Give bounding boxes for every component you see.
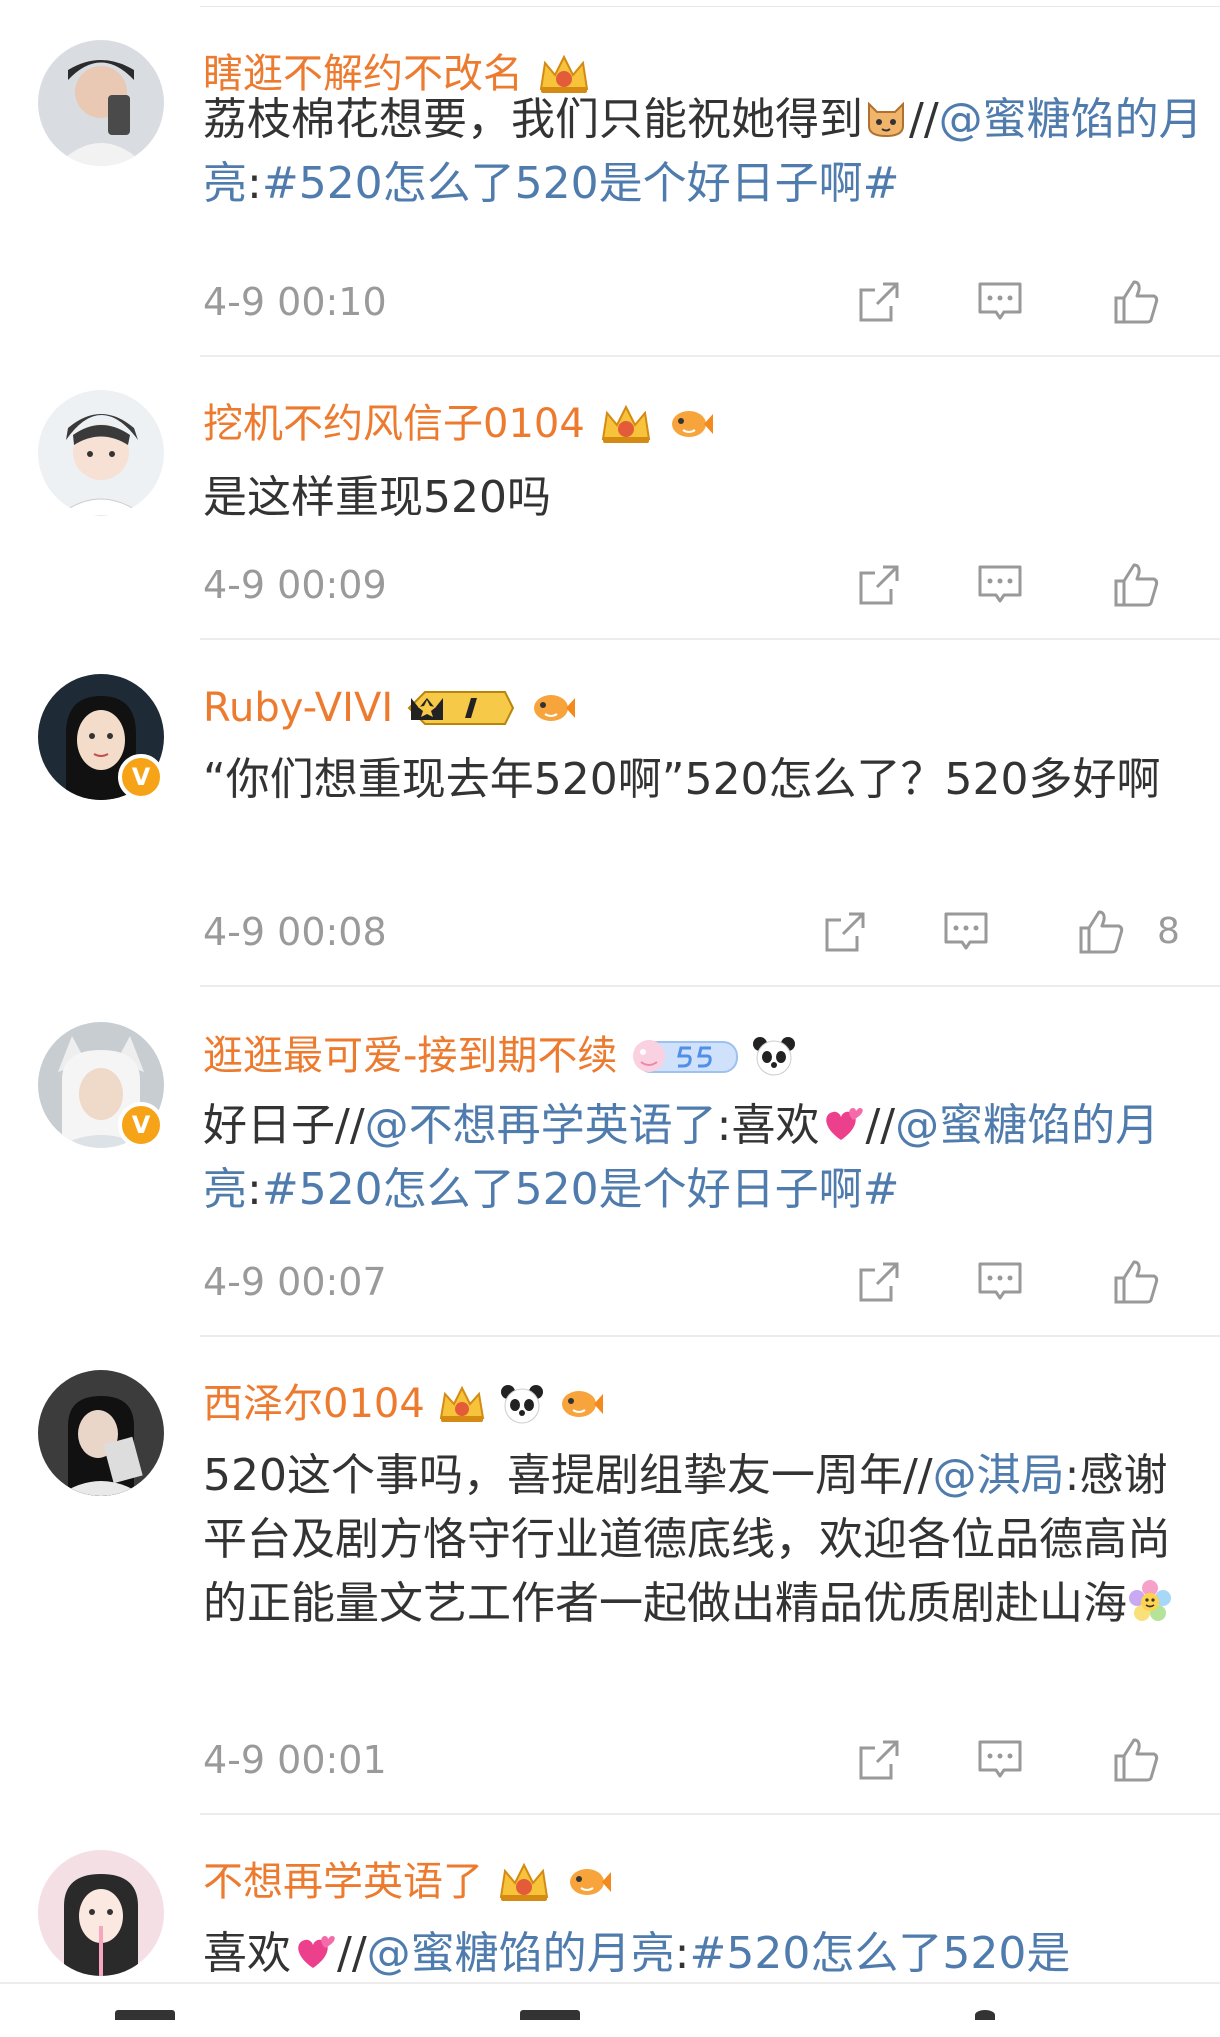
comment-icon[interactable] — [970, 1252, 1030, 1312]
share-icon[interactable] — [849, 1730, 909, 1790]
like-count: 8 — [1157, 911, 1180, 952]
verified-badge: V — [118, 754, 164, 800]
top-divider — [200, 6, 1220, 7]
text-segment: // — [909, 94, 939, 145]
text-segment: 好日子// — [203, 1100, 365, 1151]
like-icon[interactable] — [1106, 1730, 1166, 1790]
two-hearts-emoji-icon — [826, 1108, 864, 1140]
username-row: 挖机不约风信子0104 — [203, 394, 715, 454]
comment-icon[interactable] — [970, 272, 1030, 332]
crown-badge-icon — [597, 401, 655, 447]
comment-time: 4-9 00:08 — [203, 910, 387, 954]
like-icon[interactable] — [1071, 902, 1131, 962]
username[interactable]: 挖机不约风信子0104 — [203, 394, 585, 454]
comment-time: 4-9 00:09 — [203, 563, 387, 607]
comment-text: 520这个事吗，喜提剧组挚友一周年//@淇局:感谢平台及剧方恪守行业道德底线，欢… — [203, 1444, 1203, 1636]
fish-badge-icon — [667, 404, 715, 444]
like-icon[interactable] — [1106, 555, 1166, 615]
comment-text: “你们想重现去年520啊”520怎么了？520多好啊 — [203, 748, 1203, 812]
username-row: Ruby-VIVI — [203, 678, 577, 738]
comment-time: 4-9 00:01 — [203, 1738, 387, 1782]
hashtag-link[interactable]: #520怎么了520是个好日子啊# — [262, 158, 900, 209]
comment-text: 喜欢 //@蜜糖馅的月亮:#520怎么了520是 — [203, 1922, 1203, 1986]
verified-badge: V — [118, 1102, 164, 1148]
text-segment: “你们想重现去年520啊”520怎么了？520多好啊 — [203, 754, 1161, 805]
share-icon[interactable] — [815, 902, 875, 962]
username[interactable]: 不想再学英语了 — [203, 1852, 483, 1912]
share-icon[interactable] — [849, 272, 909, 332]
cat-emoji-icon — [868, 101, 904, 138]
username[interactable]: 西泽尔0104 — [203, 1374, 425, 1434]
text-segment: // — [865, 1100, 896, 1151]
s5-level-badge-icon — [629, 1034, 739, 1078]
avatar[interactable] — [38, 1370, 164, 1496]
comment-text: 是这样重现520吗 — [203, 466, 1203, 530]
panda-badge-icon — [499, 1383, 545, 1425]
divider — [200, 1335, 1220, 1337]
like-icon[interactable] — [1106, 1252, 1166, 1312]
text-segment: 荔枝棉花想要，我们只能祝她得到 — [203, 94, 863, 145]
vip-level-badge-icon — [405, 686, 517, 730]
text-segment: : — [247, 1164, 262, 1215]
comment-icon[interactable] — [970, 1730, 1030, 1790]
comment-icon[interactable] — [970, 555, 1030, 615]
like-icon[interactable] — [1106, 272, 1166, 332]
panda-badge-icon — [751, 1035, 797, 1077]
avatar[interactable] — [38, 390, 164, 516]
mention-link[interactable]: @蜜糖馅的月亮 — [367, 1928, 675, 1979]
text-segment: : — [674, 1928, 690, 1979]
avatar[interactable] — [38, 1850, 164, 1976]
fish-badge-icon — [557, 1384, 605, 1424]
crown-badge-icon — [437, 1382, 487, 1426]
divider — [200, 355, 1220, 357]
text-segment: :喜欢 — [716, 1100, 820, 1151]
crown-badge-icon — [495, 1859, 553, 1905]
comment-text: 好日子//@不想再学英语了:喜欢//@蜜糖馅的月亮:#520怎么了520是个好日… — [203, 1094, 1203, 1222]
text-segment: 是这样重现520吗 — [203, 472, 551, 523]
two-hearts-emoji-icon — [298, 1936, 335, 1968]
hashtag-link[interactable]: #520怎么了520是 — [689, 1928, 1070, 1979]
nav-item[interactable] — [115, 2010, 175, 2020]
text-segment: 喜欢 — [203, 1928, 291, 1979]
username-row: 不想再学英语了 — [203, 1852, 613, 1912]
username[interactable]: 逛逛最可爱-接到期不续 — [203, 1026, 617, 1086]
username[interactable]: Ruby-VIVI — [203, 678, 393, 738]
divider — [200, 638, 1220, 640]
comment-text: 荔枝棉花想要，我们只能祝她得到//@蜜糖馅的月亮:#520怎么了520是个好日子… — [203, 88, 1203, 216]
mention-link[interactable]: @淇局 — [933, 1450, 1065, 1501]
comment-time: 4-9 00:07 — [203, 1260, 387, 1304]
avatar[interactable] — [38, 40, 164, 166]
username-row: 西泽尔0104 — [203, 1374, 605, 1434]
comment-icon[interactable] — [936, 902, 996, 962]
username-row: 逛逛最可爱-接到期不续 — [203, 1026, 797, 1086]
nav-item[interactable] — [975, 2010, 995, 2020]
text-segment: : — [247, 158, 262, 209]
flower-emoji-icon — [1129, 1580, 1171, 1621]
bottom-nav-bar — [0, 1982, 1220, 2037]
divider — [200, 1813, 1220, 1815]
share-icon[interactable] — [849, 1252, 909, 1312]
comment-time: 4-9 00:10 — [203, 280, 387, 324]
nav-item[interactable] — [520, 2010, 580, 2020]
mention-link[interactable]: @不想再学英语了 — [365, 1100, 717, 1151]
share-icon[interactable] — [849, 555, 909, 615]
text-segment: 520这个事吗，喜提剧组挚友一周年// — [203, 1450, 933, 1501]
fish-badge-icon — [565, 1862, 613, 1902]
hashtag-link[interactable]: #520怎么了520是个好日子啊# — [262, 1164, 900, 1215]
text-segment: // — [337, 1928, 367, 1979]
fish-badge-icon — [529, 688, 577, 728]
divider — [200, 985, 1220, 987]
